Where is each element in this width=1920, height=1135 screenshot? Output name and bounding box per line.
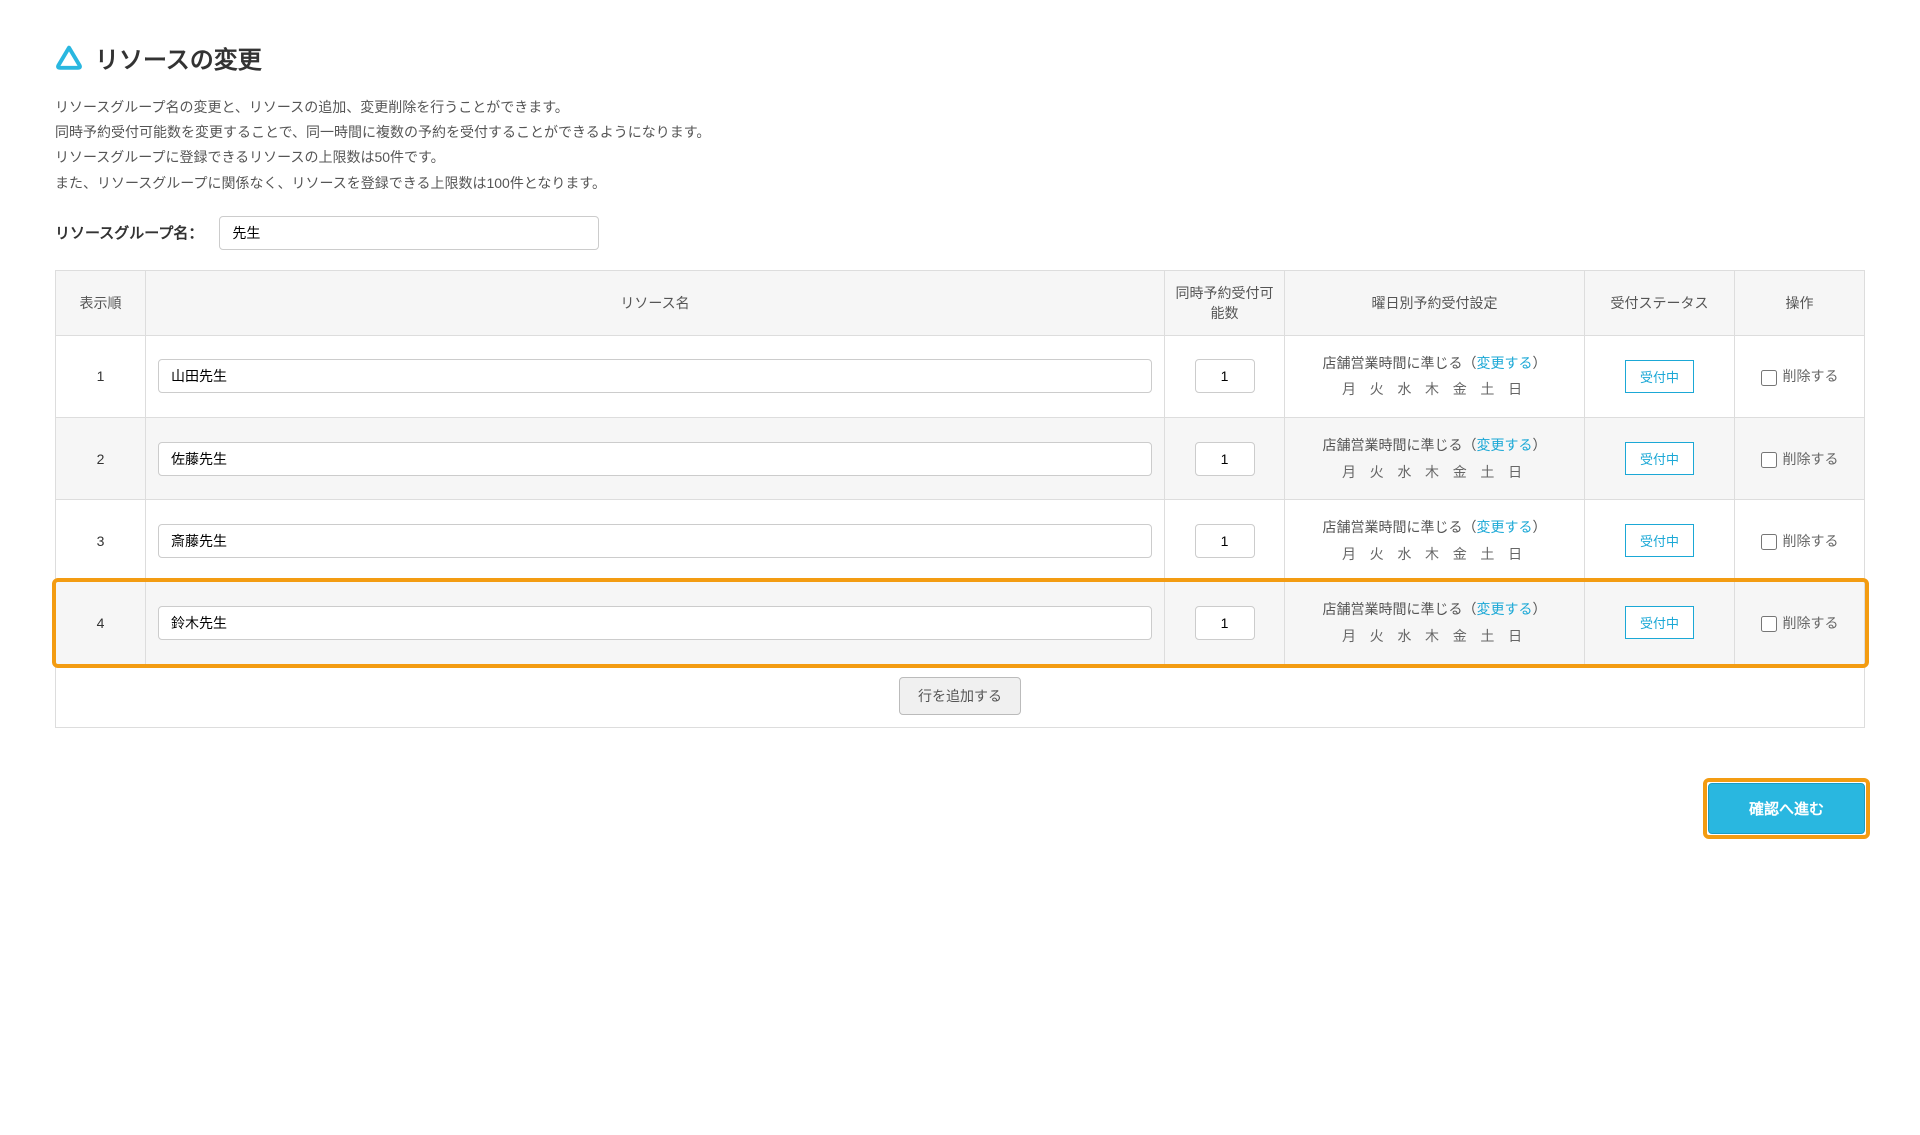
delete-checkbox[interactable] bbox=[1761, 452, 1777, 468]
cell-name bbox=[146, 582, 1165, 664]
resource-name-input[interactable] bbox=[158, 524, 1152, 558]
schedule-text: 店舗営業時間に準じる（変更する） bbox=[1297, 432, 1572, 459]
logo-icon bbox=[55, 45, 83, 71]
status-badge[interactable]: 受付中 bbox=[1625, 442, 1694, 475]
schedule-text: 店舗営業時間に準じる（変更する） bbox=[1297, 350, 1572, 377]
confirm-highlight: 確認へ進む bbox=[1708, 783, 1865, 834]
table-row: 3 店舗営業時間に準じる（変更する）月 火 水 木 金 土 日 受付中 削除する bbox=[56, 500, 1865, 582]
cell-name bbox=[146, 417, 1165, 499]
resource-table: 表示順 リソース名 同時予約受付可能数 曜日別予約受付設定 受付ステータス 操作… bbox=[55, 270, 1865, 665]
count-input[interactable] bbox=[1195, 442, 1255, 476]
cell-action: 削除する bbox=[1735, 417, 1865, 499]
change-schedule-link[interactable]: 変更する bbox=[1477, 519, 1533, 535]
delete-label: 削除する bbox=[1783, 533, 1839, 549]
cell-action: 削除する bbox=[1735, 582, 1865, 664]
cell-schedule: 店舗営業時間に準じる（変更する）月 火 水 木 金 土 日 bbox=[1285, 582, 1585, 664]
cell-action: 削除する bbox=[1735, 500, 1865, 582]
table-row: 1 店舗営業時間に準じる（変更する）月 火 水 木 金 土 日 受付中 削除する bbox=[56, 335, 1865, 417]
header-order: 表示順 bbox=[56, 270, 146, 335]
change-schedule-link[interactable]: 変更する bbox=[1477, 437, 1533, 453]
cell-schedule: 店舗営業時間に準じる（変更する）月 火 水 木 金 土 日 bbox=[1285, 335, 1585, 417]
cell-name bbox=[146, 500, 1165, 582]
change-schedule-link[interactable]: 変更する bbox=[1477, 355, 1533, 371]
count-input[interactable] bbox=[1195, 606, 1255, 640]
change-schedule-link[interactable]: 変更する bbox=[1477, 601, 1533, 617]
cell-status: 受付中 bbox=[1585, 582, 1735, 664]
group-name-label: リソースグループ名： bbox=[55, 222, 203, 243]
days-row: 月 火 水 木 金 土 日 bbox=[1297, 541, 1572, 568]
resource-name-input[interactable] bbox=[158, 606, 1152, 640]
confirm-button[interactable]: 確認へ進む bbox=[1708, 783, 1865, 834]
cell-status: 受付中 bbox=[1585, 417, 1735, 499]
cell-order: 3 bbox=[56, 500, 146, 582]
cell-order: 4 bbox=[56, 582, 146, 664]
header-schedule: 曜日別予約受付設定 bbox=[1285, 270, 1585, 335]
table-row: 4 店舗営業時間に準じる（変更する）月 火 水 木 金 土 日 受付中 削除する bbox=[56, 582, 1865, 664]
cell-action: 削除する bbox=[1735, 335, 1865, 417]
page-title: リソースの変更 bbox=[95, 40, 262, 75]
group-name-row: リソースグループ名： bbox=[55, 216, 1865, 250]
resource-name-input[interactable] bbox=[158, 359, 1152, 393]
table-wrapper: 表示順 リソース名 同時予約受付可能数 曜日別予約受付設定 受付ステータス 操作… bbox=[55, 270, 1865, 728]
delete-label: 削除する bbox=[1783, 615, 1839, 631]
cell-status: 受付中 bbox=[1585, 500, 1735, 582]
header-action: 操作 bbox=[1735, 270, 1865, 335]
group-name-input[interactable] bbox=[219, 216, 599, 250]
status-badge[interactable]: 受付中 bbox=[1625, 606, 1694, 639]
description-block: リソースグループ名の変更と、リソースの追加、変更削除を行うことができます。 同時… bbox=[55, 95, 1865, 196]
cell-count bbox=[1165, 582, 1285, 664]
header-name: リソース名 bbox=[146, 270, 1165, 335]
cell-status: 受付中 bbox=[1585, 335, 1735, 417]
cell-count bbox=[1165, 417, 1285, 499]
header-status: 受付ステータス bbox=[1585, 270, 1735, 335]
cell-count bbox=[1165, 500, 1285, 582]
cell-schedule: 店舗営業時間に準じる（変更する）月 火 水 木 金 土 日 bbox=[1285, 417, 1585, 499]
resource-name-input[interactable] bbox=[158, 442, 1152, 476]
description-line: リソースグループに登録できるリソースの上限数は50件です。 bbox=[55, 145, 1865, 170]
status-badge[interactable]: 受付中 bbox=[1625, 360, 1694, 393]
cell-name bbox=[146, 335, 1165, 417]
cell-order: 2 bbox=[56, 417, 146, 499]
add-row-button[interactable]: 行を追加する bbox=[899, 677, 1021, 715]
header-count: 同時予約受付可能数 bbox=[1165, 270, 1285, 335]
days-row: 月 火 水 木 金 土 日 bbox=[1297, 376, 1572, 403]
delete-checkbox[interactable] bbox=[1761, 534, 1777, 550]
page-header: リソースの変更 bbox=[55, 40, 1865, 75]
days-row: 月 火 水 木 金 土 日 bbox=[1297, 623, 1572, 650]
schedule-text: 店舗営業時間に準じる（変更する） bbox=[1297, 514, 1572, 541]
confirm-wrapper: 確認へ進む bbox=[55, 783, 1865, 834]
table-row: 2 店舗営業時間に準じる（変更する）月 火 水 木 金 土 日 受付中 削除する bbox=[56, 417, 1865, 499]
cell-order: 1 bbox=[56, 335, 146, 417]
delete-checkbox[interactable] bbox=[1761, 370, 1777, 386]
cell-count bbox=[1165, 335, 1285, 417]
description-line: リソースグループ名の変更と、リソースの追加、変更削除を行うことができます。 bbox=[55, 95, 1865, 120]
add-row-container: 行を追加する bbox=[55, 665, 1865, 728]
delete-label: 削除する bbox=[1783, 368, 1839, 384]
schedule-text: 店舗営業時間に準じる（変更する） bbox=[1297, 596, 1572, 623]
description-line: また、リソースグループに関係なく、リソースを登録できる上限数は100件となります… bbox=[55, 171, 1865, 196]
delete-checkbox[interactable] bbox=[1761, 616, 1777, 632]
cell-schedule: 店舗営業時間に準じる（変更する）月 火 水 木 金 土 日 bbox=[1285, 500, 1585, 582]
delete-label: 削除する bbox=[1783, 451, 1839, 467]
count-input[interactable] bbox=[1195, 524, 1255, 558]
description-line: 同時予約受付可能数を変更することで、同一時間に複数の予約を受付することができるよ… bbox=[55, 120, 1865, 145]
days-row: 月 火 水 木 金 土 日 bbox=[1297, 459, 1572, 486]
count-input[interactable] bbox=[1195, 359, 1255, 393]
status-badge[interactable]: 受付中 bbox=[1625, 524, 1694, 557]
